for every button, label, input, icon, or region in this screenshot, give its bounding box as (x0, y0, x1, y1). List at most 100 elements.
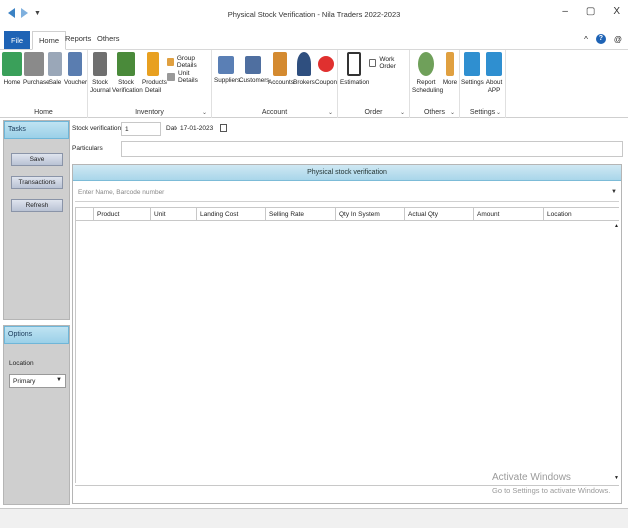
left-panel: Tasks Save Transactions Refresh Options … (3, 120, 70, 505)
tab-home[interactable]: Home (32, 31, 67, 50)
transactions-button[interactable]: Transactions (11, 176, 63, 189)
group-details-button[interactable]: Group Details (167, 55, 211, 69)
products-detail-button[interactable]: Products Detail (142, 52, 167, 95)
unit-details-button[interactable]: Unit Details (167, 70, 211, 84)
customers-button[interactable]: Customers (239, 52, 269, 85)
purchase-button[interactable]: Purchase (23, 52, 50, 87)
column-header-actual-qty[interactable]: Actual Qty (404, 208, 473, 221)
settings-button[interactable]: Settings (461, 52, 484, 87)
row-indicator-header (75, 208, 93, 221)
file-menu-button[interactable]: File (4, 31, 30, 49)
grid-header-row: Product Unit Landing Cost Selling Rate Q… (75, 207, 619, 221)
watermark-line-1: Activate Windows (492, 472, 571, 483)
particulars-input[interactable] (121, 141, 623, 157)
report-scheduling-button[interactable]: Report Scheduling (412, 52, 443, 95)
about-app-button[interactable]: About APP (484, 52, 504, 95)
tab-others[interactable]: Others (97, 34, 120, 43)
report-scheduling-icon (418, 52, 434, 76)
sale-button[interactable]: Sale (47, 52, 63, 87)
activate-windows-watermark: Activate Windows Go to Settings to activ… (492, 472, 610, 495)
refresh-button[interactable]: Refresh (11, 199, 63, 212)
home-icon (2, 52, 22, 76)
ribbon-group-order: Estimation Work Order Order ⌄ (338, 50, 410, 118)
close-button[interactable]: X (613, 6, 620, 17)
options-panel: Options Location Primary ▼ (3, 325, 70, 505)
group-expand-icon[interactable]: ⌄ (400, 109, 405, 116)
stock-verification-button[interactable]: Stock Verification (112, 52, 143, 95)
work-order-icon (369, 59, 377, 67)
coupon-icon (318, 56, 334, 72)
coupon-button[interactable]: Coupon (315, 52, 337, 87)
customers-icon (245, 56, 261, 74)
work-order-button[interactable]: Work Order (369, 56, 409, 70)
save-button[interactable]: Save (11, 153, 63, 166)
group-details-icon (167, 58, 174, 66)
product-search-input[interactable]: Enter Name, Barcode number ▼ (75, 184, 619, 202)
stock-verification-grid: Physical stock verification Enter Name, … (72, 164, 622, 504)
collapse-ribbon-icon[interactable]: ^ (584, 35, 588, 44)
help-icon[interactable]: ? (595, 34, 606, 44)
suppliers-button[interactable]: Suppliers (214, 52, 240, 85)
column-header-amount[interactable]: Amount (473, 208, 543, 221)
stock-journal-icon (93, 52, 107, 76)
tab-reports[interactable]: Reports (65, 34, 91, 43)
ribbon-group-home: Home Purchase Sale Voucher Home (0, 50, 88, 118)
at-icon[interactable]: @ (614, 35, 622, 44)
column-header-qty-in-system[interactable]: Qty In System (335, 208, 404, 221)
ribbon-group-account: Suppliers Customers Accounts Brokers Cou… (212, 50, 338, 118)
options-header: Options (4, 326, 69, 344)
ribbon-group-others: Report Scheduling More Others ⌄ (410, 50, 460, 118)
vertical-scrollbar[interactable]: ▲ ▼ (613, 221, 621, 483)
chevron-down-icon: ▼ (56, 377, 62, 383)
calendar-icon[interactable] (220, 124, 227, 132)
scroll-up-icon[interactable]: ▲ (614, 223, 619, 229)
group-expand-icon[interactable]: ⌄ (202, 109, 207, 116)
date-input[interactable]: 17-01-2023 (177, 122, 227, 136)
unit-details-icon (167, 73, 175, 81)
estimation-icon (347, 52, 361, 76)
location-label: Location (9, 360, 34, 367)
column-header-selling-rate[interactable]: Selling Rate (265, 208, 335, 221)
ribbon-group-label: Order (364, 109, 383, 116)
column-header-unit[interactable]: Unit (150, 208, 196, 221)
chevron-down-icon[interactable]: ▼ (611, 189, 617, 195)
column-header-landing-cost[interactable]: Landing Cost (196, 208, 265, 221)
products-detail-icon (147, 52, 159, 76)
ribbon: Home Purchase Sale Voucher Home Stock Jo… (0, 50, 628, 118)
group-expand-icon[interactable]: ⌄ (328, 109, 333, 116)
more-icon (446, 52, 454, 76)
window-title: Physical Stock Verification - Nila Trade… (227, 10, 401, 19)
stock-verification-no-input[interactable]: 1 (121, 122, 161, 136)
location-select[interactable]: Primary ▼ (9, 374, 66, 388)
column-header-location[interactable]: Location (543, 208, 619, 221)
brokers-button[interactable]: Brokers (293, 52, 315, 87)
estimation-button[interactable]: Estimation (340, 52, 369, 87)
voucher-button[interactable]: Voucher (64, 52, 87, 87)
title-bar: ▼ Physical Stock Verification - Nila Tra… (0, 0, 628, 30)
ribbon-group-label: Inventory (135, 109, 164, 116)
main-content: Stock verification no 1 Date 17-01-2023 … (70, 120, 625, 505)
tasks-header: Tasks (4, 121, 69, 139)
window-controls: – ▢ X (562, 6, 620, 17)
sale-icon (48, 52, 62, 76)
minimize-button[interactable]: – (562, 6, 568, 17)
accounts-button[interactable]: Accounts (268, 52, 294, 87)
ribbon-group-label: Home (34, 109, 53, 116)
ribbon-group-settings: Settings About APP Settings ⌄ (460, 50, 506, 118)
suppliers-icon (218, 56, 234, 74)
particulars-label: Particulars (72, 145, 103, 152)
maximize-button[interactable]: ▢ (586, 6, 595, 17)
group-expand-icon[interactable]: ⌄ (450, 109, 455, 116)
ribbon-group-label: Account (261, 109, 288, 116)
settings-icon (464, 52, 480, 76)
group-expand-icon[interactable]: ⌄ (496, 109, 501, 116)
stock-journal-button[interactable]: Stock Journal (90, 52, 111, 95)
home-button[interactable]: Home (2, 52, 22, 87)
scroll-down-icon[interactable]: ▼ (614, 475, 619, 481)
voucher-icon (68, 52, 82, 76)
grid-title: Physical stock verification (73, 165, 621, 181)
column-header-product[interactable]: Product (93, 208, 150, 221)
more-button[interactable]: More (441, 52, 459, 87)
accounts-icon (273, 52, 287, 76)
grid-body[interactable] (75, 221, 619, 483)
